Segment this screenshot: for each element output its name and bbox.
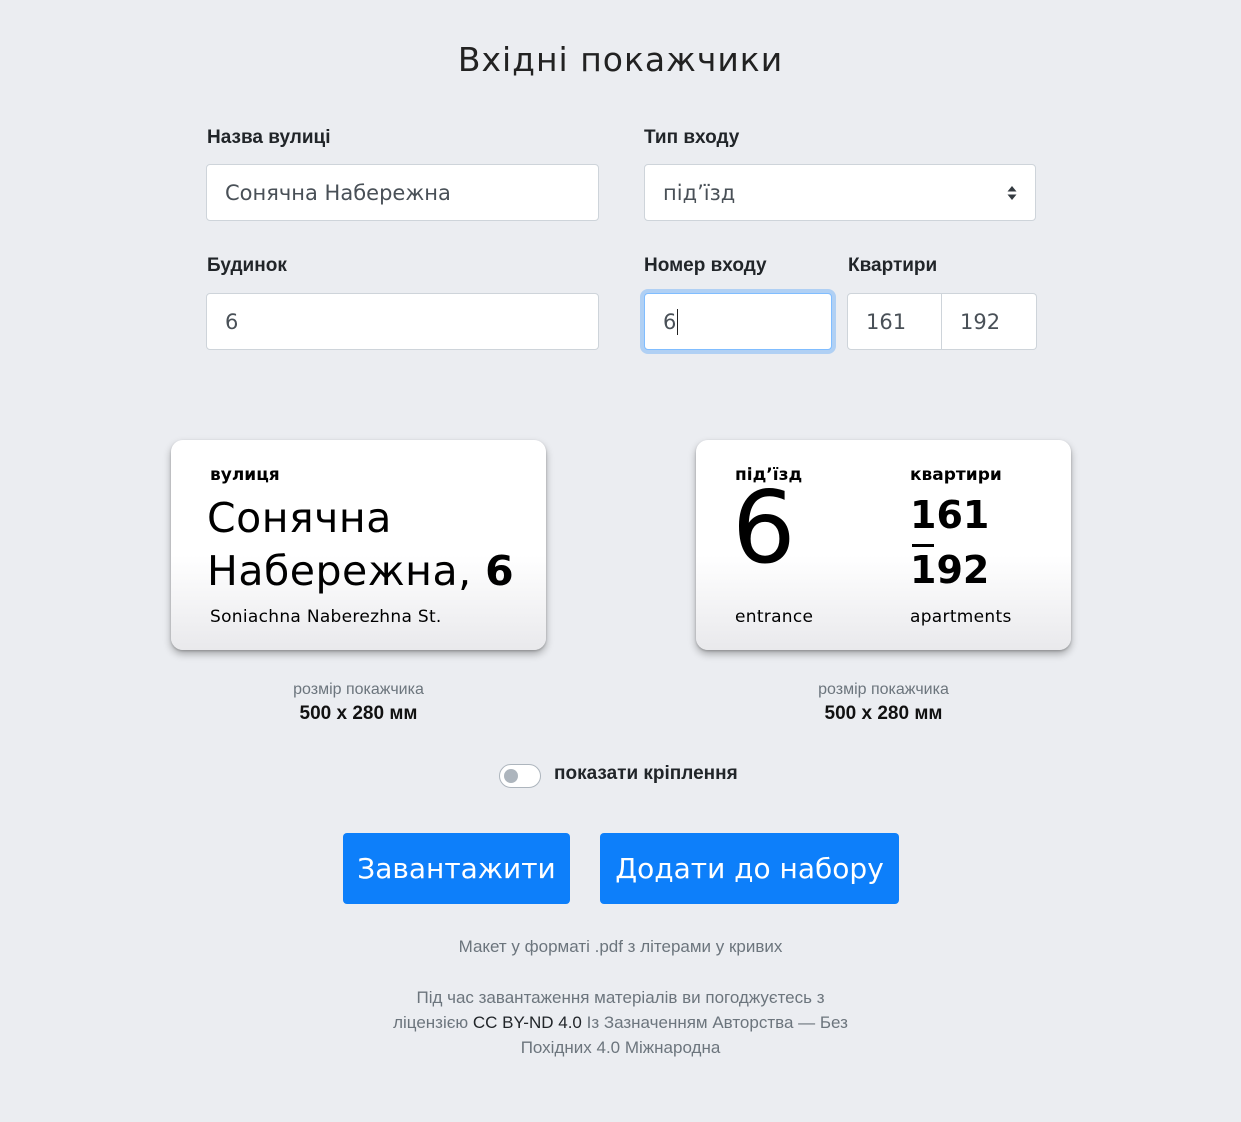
text-caret bbox=[677, 308, 679, 335]
entrance-type-label: Тип входу bbox=[644, 127, 740, 148]
add-to-set-button[interactable]: Додати до набору bbox=[600, 833, 899, 904]
show-mounting-label[interactable]: показати кріплення bbox=[554, 763, 738, 785]
license-prefix: ліцензією bbox=[393, 1013, 473, 1032]
street-plate-translit: Soniachna Naberezhna St. bbox=[210, 607, 442, 627]
house-input-value: 6 bbox=[225, 309, 239, 334]
street-plate-name: Сонячна Набережна, 6 bbox=[207, 492, 514, 598]
apartments-plate-divider bbox=[912, 544, 934, 547]
entrance-number-label: Номер входу bbox=[644, 255, 767, 276]
entrance-number-value: 6 bbox=[663, 309, 677, 334]
house-label: Будинок bbox=[207, 255, 287, 276]
toggle-knob bbox=[504, 769, 518, 783]
license-rest: Зазначенням Авторства — Без bbox=[603, 1013, 848, 1032]
license-line2: ліцензією CC BY-ND 4.0 Із Зазначенням Ав… bbox=[0, 1010, 1241, 1035]
entrance-number-input[interactable]: 6 bbox=[644, 293, 832, 350]
show-mounting-toggle[interactable] bbox=[499, 764, 541, 788]
entrance-plate-number: 6 bbox=[732, 469, 796, 586]
apartments-plate-caption: квартири bbox=[910, 465, 1002, 485]
street-plate-caption: вулиця bbox=[210, 465, 280, 485]
street-plate-preview: вулиця Сонячна Набережна, 6 Soniachna Na… bbox=[171, 440, 546, 650]
apartments-plate-sub: apartments bbox=[910, 607, 1012, 627]
apartments-label: Квартири bbox=[848, 255, 938, 276]
format-note: Макет у форматі .pdf з літерами у кривих bbox=[458, 937, 783, 956]
apartments-plate-to: 192 bbox=[910, 548, 990, 592]
license-mid: Із bbox=[581, 1013, 604, 1032]
download-button[interactable]: Завантажити bbox=[343, 833, 570, 904]
license-line1: Під час завантаження матеріалів ви погод… bbox=[416, 988, 825, 1007]
street-plate-name-line1: Сонячна bbox=[207, 494, 392, 542]
license-note: Під час завантаження матеріалів ви погод… bbox=[0, 985, 1241, 1060]
sort-arrows-icon bbox=[1007, 186, 1017, 200]
page-title: Вхідні покажчики bbox=[457, 40, 784, 79]
street-label: Назва вулиці bbox=[207, 127, 331, 148]
entrance-plate-sub: entrance bbox=[735, 607, 814, 627]
apartments-input-group: 161 192 bbox=[847, 293, 1037, 350]
apartments-to-input[interactable]: 192 bbox=[942, 293, 1037, 350]
license-line3: Похідних 4.0 Міжнародна bbox=[520, 1038, 721, 1057]
street-plate-size-caption: розмір покажчика bbox=[293, 681, 424, 698]
entrance-type-value: під’їзд bbox=[663, 180, 736, 205]
apartments-from-value: 161 bbox=[866, 309, 907, 334]
entrance-plate-preview: під’їзд 6 entrance квартири 161 192 apar… bbox=[696, 440, 1071, 650]
street-input-value: Сонячна Набережна bbox=[225, 180, 451, 205]
entrance-plate-size-caption: розмір покажчика bbox=[818, 681, 949, 698]
entrance-plate-size-value: 500 x 280 мм bbox=[824, 703, 943, 724]
entrance-type-select[interactable]: під’їзд bbox=[644, 164, 1036, 221]
street-plate-name-line2: Набережна, bbox=[207, 547, 472, 595]
street-plate-name-line2-wrap: Набережна, 6 bbox=[207, 545, 514, 598]
house-input[interactable]: 6 bbox=[206, 293, 599, 350]
apartments-from-input[interactable]: 161 bbox=[847, 293, 942, 350]
apartments-plate-from: 161 bbox=[910, 493, 990, 537]
street-plate-size-value: 500 x 280 мм bbox=[299, 703, 418, 724]
license-link[interactable]: CC BY-ND 4.0 bbox=[473, 1013, 582, 1032]
street-plate-house: 6 bbox=[485, 547, 515, 595]
apartments-to-value: 192 bbox=[960, 309, 1001, 334]
street-input[interactable]: Сонячна Набережна bbox=[206, 164, 599, 221]
